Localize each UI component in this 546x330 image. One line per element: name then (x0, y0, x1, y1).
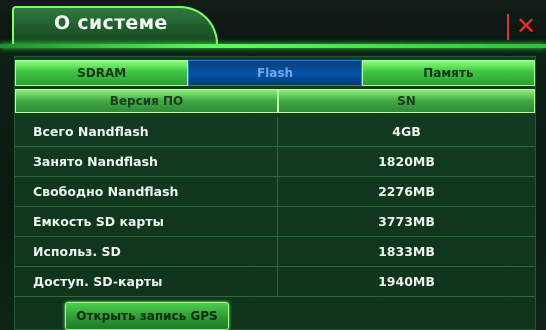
table-row: Емкость SD карты 3773MB (15, 207, 535, 237)
row-label: Занято Nandflash (15, 147, 278, 176)
row-value: 1820MB (378, 154, 435, 169)
window-title: О системе (54, 12, 168, 34)
row-label: Емкость SD карты (15, 207, 278, 236)
open-gps-log-button[interactable]: Открыть запись GPS (65, 302, 229, 330)
tab-sdram[interactable]: SDRAM (15, 60, 189, 86)
info-table: Всего Nandflash 4GB Занято Nandflash 182… (15, 117, 535, 297)
row-value: 4GB (392, 124, 421, 139)
row-label: Всего Nandflash (15, 117, 278, 146)
info-panel: SDRAM Flash Память Версия ПО SN Всего Na… (14, 56, 536, 330)
tab-bar: SDRAM Flash Память (15, 59, 535, 87)
close-button[interactable]: ✕ (512, 10, 540, 42)
row-label: Свободно Nandflash (15, 177, 278, 206)
title-divider (0, 44, 546, 48)
row-label: Использ. SD (15, 237, 278, 266)
table-row: Всего Nandflash 4GB (15, 117, 535, 147)
close-separator (507, 14, 509, 40)
table-row: Доступ. SD-карты 1940MB (15, 267, 535, 297)
table-row: Занято Nandflash 1820MB (15, 147, 535, 177)
table-row: Использ. SD 1833MB (15, 237, 535, 267)
row-value: 1940MB (378, 274, 435, 289)
table-row: Свободно Nandflash 2276MB (15, 177, 535, 207)
tab-memory[interactable]: Память (361, 60, 535, 86)
close-icon: ✕ (515, 12, 537, 40)
header-serial-number: SN (278, 89, 535, 113)
row-value: 2276MB (378, 184, 435, 199)
title-bar: О системе ✕ (0, 0, 546, 52)
row-label: Доступ. SD-карты (15, 267, 278, 296)
row-value: 1833MB (378, 244, 435, 259)
system-info-window: О системе ✕ SDRAM Flash Память Версия ПО… (0, 0, 546, 330)
row-value: 3773MB (378, 214, 435, 229)
tab-flash[interactable]: Flash (188, 60, 362, 86)
table-header: Версия ПО SN (15, 89, 535, 115)
header-software-version: Версия ПО (15, 89, 278, 113)
